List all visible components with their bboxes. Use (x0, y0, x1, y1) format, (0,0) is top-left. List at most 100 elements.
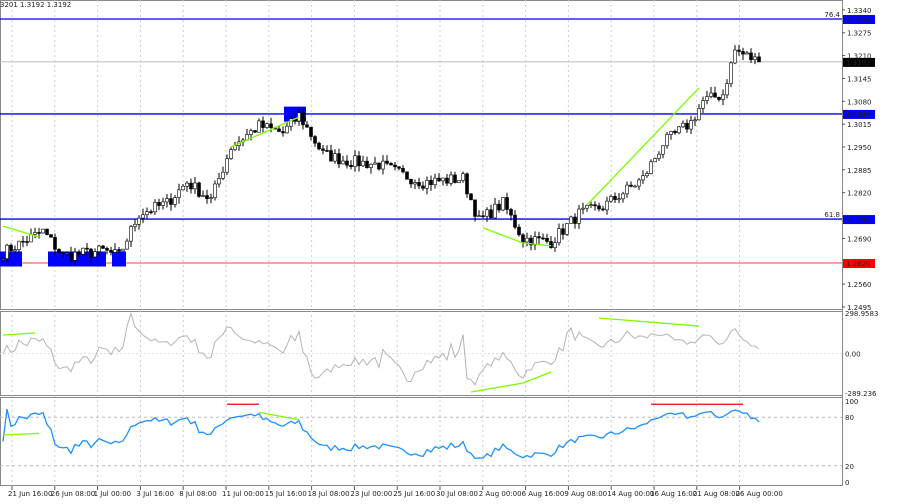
candle-bull (709, 92, 713, 97)
candle-bear (749, 52, 753, 61)
price-axis-label: 1.3145 (847, 75, 872, 83)
candle-bull (553, 242, 557, 248)
candle-bull (257, 120, 261, 133)
candle-bull (697, 108, 701, 121)
candle-bear (197, 182, 201, 197)
candle-bull (637, 179, 641, 187)
candle-bear (393, 164, 397, 168)
candle-bear (549, 241, 553, 248)
level-price-label: 1.2620 (846, 260, 871, 268)
candle-bull (165, 198, 169, 203)
candle-bear (317, 142, 321, 150)
x-axis-label: 8 Jul 08:00 (179, 490, 217, 498)
candle-bear (337, 153, 341, 165)
candle-bear (345, 160, 349, 166)
x-axis-label: 11 Jul 00:00 (222, 490, 264, 498)
rsi-axis-label: 20 (845, 463, 854, 471)
candle-bear (61, 252, 65, 254)
candle-bear (309, 126, 313, 137)
candle-bull (173, 197, 177, 205)
candle-bear (593, 204, 597, 207)
candle-bull (217, 178, 221, 185)
chart-canvas[interactable]: 21 Jun 16:0026 Jun 08:001 Jul 00:00 3 Jul… (0, 0, 900, 500)
cci-axis-label: 298.9583 (845, 310, 878, 318)
candle-bear (401, 168, 405, 173)
price-axis-label: 1.2560 (847, 281, 872, 289)
candle-bull (265, 123, 269, 128)
candle-bull (669, 131, 673, 135)
candle-bear (281, 131, 285, 134)
fib-label: 61.8 (824, 211, 840, 219)
candle-bull (41, 228, 45, 234)
candle-bull (753, 56, 757, 61)
candle-bear (545, 237, 549, 242)
candle-bear (601, 208, 605, 211)
candle-bull (625, 184, 629, 195)
price-axis-label: 1.2690 (847, 235, 872, 243)
candle-bull (341, 160, 345, 165)
candle-bull (501, 197, 505, 211)
candle-bull (229, 149, 233, 159)
candle-bear (629, 184, 633, 187)
cci-axis-label: -289.236 (845, 390, 877, 398)
candle-bear (613, 196, 617, 200)
candle-bear (469, 193, 473, 201)
x-axis-label: 26 Jun 08:00 (51, 490, 95, 498)
candle-bull (693, 119, 697, 122)
candle-bull (733, 49, 737, 64)
rsi-axis-label: 0 (845, 479, 849, 487)
candle-bear (521, 234, 525, 243)
candle-bull (137, 217, 141, 225)
level-price-label: 1.3044 (846, 111, 871, 119)
candle-bull (661, 145, 665, 155)
candle-bear (429, 180, 433, 186)
price-axis-label: 1.3275 (847, 30, 872, 38)
candle-bull (177, 189, 181, 198)
candle-bull (565, 223, 569, 235)
candle-bear (189, 182, 193, 190)
chart-window[interactable]: 21 Jun 16:00 26 Jun 08:00 1 Jul 00:00 3 Jul… (0, 0, 900, 500)
x-axis-label: 1 Jul 00:00 (94, 490, 132, 498)
candle-bull (225, 158, 229, 173)
candle-bear (541, 237, 545, 240)
candle-bull (665, 134, 669, 147)
candle-bear (105, 248, 109, 251)
candle-bull (701, 100, 705, 109)
candle-bear (597, 205, 601, 210)
candle-bear (69, 252, 73, 261)
candle-bull (249, 130, 253, 135)
candle-bear (321, 148, 325, 151)
candle-bull (141, 214, 145, 219)
candle-bull (353, 155, 357, 167)
candle-bull (653, 158, 657, 163)
candle-bear (301, 112, 305, 126)
candle-bear (481, 215, 485, 218)
rsi-pane (0, 397, 843, 486)
candle-bull (493, 203, 497, 219)
candle-bull (641, 175, 645, 181)
candle-bull (33, 232, 37, 235)
highlight-box (48, 251, 106, 267)
candle-bear (277, 128, 281, 132)
candle-bull (373, 162, 377, 165)
candle-bull (617, 198, 621, 201)
candle-bull (605, 200, 609, 211)
candle-bear (117, 249, 121, 252)
candle-bull (201, 195, 205, 197)
candle-bull (125, 240, 129, 250)
highlight-box (112, 251, 126, 267)
candle-bear (513, 214, 517, 228)
candle-bull (649, 161, 653, 174)
fib-label: 76.4 (824, 11, 840, 19)
price-axis-label: 1.2950 (847, 144, 872, 152)
candle-bear (573, 216, 577, 224)
candle-bear (357, 155, 361, 167)
candle-bull (745, 52, 749, 55)
candle-bull (181, 185, 185, 191)
candle-bull (677, 126, 681, 134)
candle-bull (569, 216, 573, 224)
candle-bear (45, 228, 49, 235)
candle-bull (585, 205, 589, 209)
candle-bear (377, 162, 381, 170)
candle-bear (305, 124, 309, 128)
